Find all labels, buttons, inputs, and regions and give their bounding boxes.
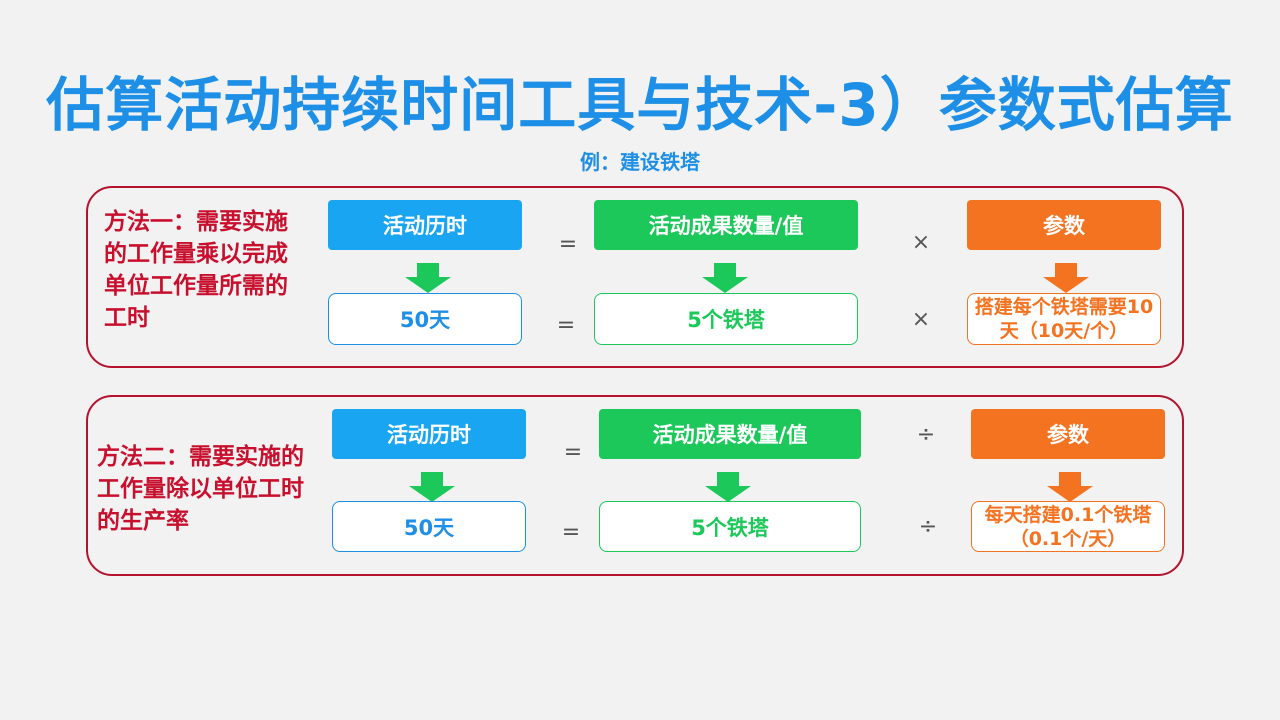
method1-quantity-value: 5个铁塔 [594,293,858,345]
method1-header-equals: = [558,232,578,257]
down-arrow-icon [702,263,748,293]
method2-param-header: 参数 [971,409,1165,459]
method2-quantity-header: 活动成果数量/值 [599,409,861,459]
method2-description: 方法二：需要实施的工作量除以单位工时的生产率 [97,444,304,534]
method2-duration-value: 50天 [332,501,526,552]
page-title: 估算活动持续时间工具与技术-3）参数式估算 [46,71,1234,139]
method2-param-value: 每天搭建0.1个铁塔（0.1个/天） [971,501,1165,552]
method1-param-value: 搭建每个铁塔需要10天（10天/个） [967,293,1161,345]
page-subtitle: 例：建设铁塔 [580,150,700,174]
down-arrow-icon [409,472,455,502]
method2-value-divide: ÷ [918,514,938,539]
down-arrow-icon [1047,472,1093,502]
method1-duration-header: 活动历时 [328,200,522,250]
method1-description: 方法一：需要实施的工作量乘以完成单位工作量所需的工时 [104,209,288,331]
down-arrow-icon [405,263,451,293]
method1-value-equals: = [556,313,576,338]
method1-value-multiply: × [911,307,931,332]
method2-duration-header: 活动历时 [332,409,526,459]
down-arrow-icon [705,472,751,502]
method1-param-header: 参数 [967,200,1161,250]
method2-quantity-value: 5个铁塔 [599,501,861,552]
method1-header-multiply: × [911,230,931,255]
method2-header-divide: ÷ [916,422,936,447]
method1-duration-value: 50天 [328,293,522,345]
method2-header-equals: = [563,440,583,465]
method2-value-equals: = [561,520,581,545]
down-arrow-icon [1043,263,1089,293]
method1-quantity-header: 活动成果数量/值 [594,200,858,250]
